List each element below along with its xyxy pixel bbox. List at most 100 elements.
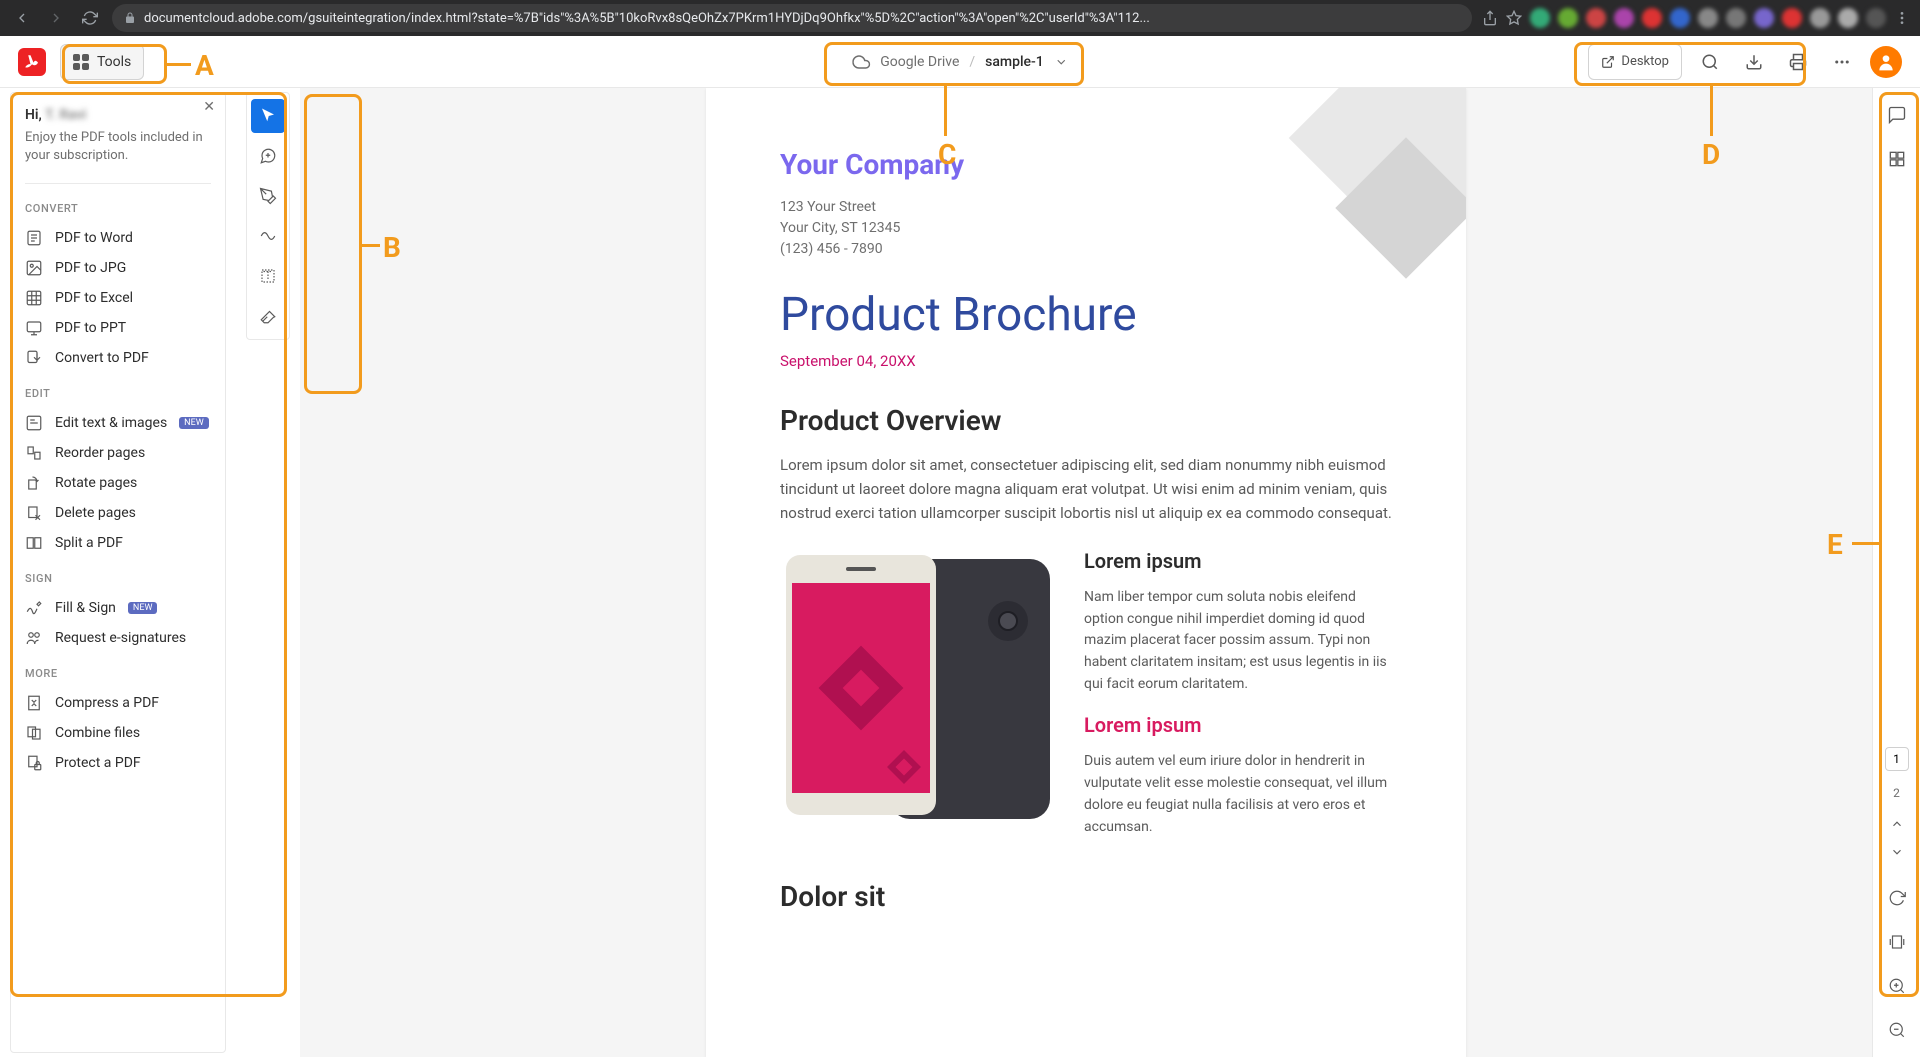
erase-tool-icon[interactable] bbox=[251, 299, 285, 333]
breadcrumb-drive[interactable]: Google Drive bbox=[880, 54, 959, 70]
download-icon[interactable] bbox=[1738, 46, 1770, 78]
zoom-in-icon[interactable] bbox=[1880, 969, 1914, 1003]
scroll-down-icon[interactable] bbox=[1880, 843, 1914, 861]
split-section: Lorem ipsum Nam liber tempor cum soluta … bbox=[780, 549, 1392, 856]
delete-pages[interactable]: Delete pages bbox=[25, 498, 211, 528]
cloud-icon bbox=[852, 53, 870, 71]
edit-text-images[interactable]: Edit text & imagesNEW bbox=[25, 408, 211, 438]
tools-button[interactable]: Tools bbox=[60, 44, 144, 80]
forward-icon[interactable] bbox=[44, 6, 68, 30]
greeting-name: T. Ravi bbox=[45, 107, 86, 123]
overview-body: Lorem ipsum dolor sit amet, consectetuer… bbox=[780, 453, 1392, 525]
ext-icon[interactable] bbox=[1670, 8, 1690, 28]
select-tool-icon[interactable] bbox=[251, 99, 285, 133]
sign-icon bbox=[25, 599, 43, 617]
topbar-right: Desktop bbox=[1588, 44, 1902, 80]
vertical-toolbar bbox=[246, 92, 290, 340]
convert-icon bbox=[25, 349, 43, 367]
ext-icon[interactable] bbox=[1810, 8, 1830, 28]
app-topbar: Tools Google Drive / sample-1 Desktop bbox=[0, 36, 1920, 88]
address-bar[interactable]: documentcloud.adobe.com/gsuiteintegratio… bbox=[112, 4, 1472, 32]
ext-icon[interactable] bbox=[1754, 8, 1774, 28]
comments-panel-icon[interactable] bbox=[1880, 98, 1914, 132]
back-icon[interactable] bbox=[10, 6, 34, 30]
dolor-heading: Dolor sit bbox=[780, 880, 1392, 913]
search-icon[interactable] bbox=[1694, 46, 1726, 78]
browser-chrome: documentcloud.adobe.com/gsuiteintegratio… bbox=[0, 0, 1920, 36]
phone-image bbox=[780, 549, 1060, 829]
compress-pdf[interactable]: Compress a PDF bbox=[25, 688, 211, 718]
section-convert-header: CONVERT bbox=[25, 202, 211, 215]
ext-icon[interactable] bbox=[1782, 8, 1802, 28]
pdf-page: Your Company 123 Your Street Your City, … bbox=[706, 88, 1466, 1057]
ext-icon[interactable] bbox=[1558, 8, 1578, 28]
ext-icon[interactable] bbox=[1530, 8, 1550, 28]
pdf-to-word[interactable]: PDF to Word bbox=[25, 223, 211, 253]
protect-icon bbox=[25, 754, 43, 772]
draw-tool-icon[interactable] bbox=[251, 219, 285, 253]
share-icon[interactable] bbox=[1482, 10, 1498, 26]
protect-pdf[interactable]: Protect a PDF bbox=[25, 748, 211, 778]
reorder-pages[interactable]: Reorder pages bbox=[25, 438, 211, 468]
text-column: Lorem ipsum Nam liber tempor cum soluta … bbox=[1084, 549, 1392, 856]
ext-icon[interactable] bbox=[1642, 8, 1662, 28]
thumbnails-icon[interactable] bbox=[1880, 142, 1914, 176]
chevron-down-icon[interactable] bbox=[1054, 55, 1068, 69]
ext-icon[interactable] bbox=[1726, 8, 1746, 28]
pdf-to-jpg[interactable]: PDF to JPG bbox=[25, 253, 211, 283]
close-icon[interactable]: ✕ bbox=[203, 99, 215, 115]
sub-para-1: Nam liber tempor cum soluta nobis eleife… bbox=[1084, 587, 1392, 695]
text-tool-icon[interactable] bbox=[251, 259, 285, 293]
breadcrumb-separator: / bbox=[969, 54, 975, 70]
scroll-up-icon[interactable] bbox=[1880, 815, 1914, 833]
breadcrumb-file[interactable]: sample-1 bbox=[985, 54, 1044, 70]
split-pdf[interactable]: Split a PDF bbox=[25, 528, 211, 558]
ext-icon[interactable] bbox=[1614, 8, 1634, 28]
print-icon[interactable] bbox=[1782, 46, 1814, 78]
fill-sign[interactable]: Fill & SignNEW bbox=[25, 593, 211, 623]
fit-page-icon[interactable] bbox=[1880, 925, 1914, 959]
sub-heading-1: Lorem ipsum bbox=[1084, 549, 1392, 573]
greeting: Hi, T. Ravi bbox=[25, 107, 211, 123]
right-rail: 1 2 bbox=[1872, 88, 1920, 1057]
desktop-label: Desktop bbox=[1621, 54, 1669, 69]
breadcrumb: Google Drive / sample-1 bbox=[852, 53, 1068, 71]
doc-date: September 04, 20XX bbox=[780, 352, 1392, 370]
pdf-to-excel[interactable]: PDF to Excel bbox=[25, 283, 211, 313]
rotate-view-icon[interactable] bbox=[1880, 881, 1914, 915]
ext-icon[interactable] bbox=[1866, 8, 1886, 28]
combine-files[interactable]: Combine files bbox=[25, 718, 211, 748]
sub-para-2: Duis autem vel eum iriure dolor in hendr… bbox=[1084, 751, 1392, 838]
browser-extension-icons bbox=[1482, 8, 1910, 28]
compress-icon bbox=[25, 694, 43, 712]
reorder-icon bbox=[25, 444, 43, 462]
ext-icon[interactable] bbox=[1698, 8, 1718, 28]
external-icon bbox=[1601, 55, 1615, 69]
ext-icon[interactable] bbox=[1586, 8, 1606, 28]
star-icon[interactable] bbox=[1506, 10, 1522, 26]
word-icon bbox=[25, 229, 43, 247]
highlight-tool-icon[interactable] bbox=[251, 179, 285, 213]
doc-title: Product Brochure bbox=[780, 288, 1392, 342]
comment-tool-icon[interactable] bbox=[251, 139, 285, 173]
avatar[interactable] bbox=[1870, 46, 1902, 78]
acrobat-logo-icon[interactable] bbox=[18, 48, 46, 76]
request-signatures[interactable]: Request e-signatures bbox=[25, 623, 211, 653]
document-canvas[interactable]: Your Company 123 Your Street Your City, … bbox=[300, 88, 1872, 1057]
more-icon[interactable] bbox=[1826, 46, 1858, 78]
esign-icon bbox=[25, 629, 43, 647]
zoom-out-icon[interactable] bbox=[1880, 1013, 1914, 1047]
split-icon bbox=[25, 534, 43, 552]
page-current[interactable]: 1 bbox=[1885, 747, 1909, 771]
main-area: ✕ Hi, T. Ravi Enjoy the PDF tools includ… bbox=[0, 88, 1920, 1057]
convert-to-pdf[interactable]: Convert to PDF bbox=[25, 343, 211, 373]
pdf-to-ppt[interactable]: PDF to PPT bbox=[25, 313, 211, 343]
open-desktop-button[interactable]: Desktop bbox=[1588, 44, 1682, 80]
reload-icon[interactable] bbox=[78, 6, 102, 30]
sub-heading-2: Lorem ipsum bbox=[1084, 713, 1392, 737]
kebab-icon[interactable] bbox=[1894, 10, 1910, 26]
rotate-pages[interactable]: Rotate pages bbox=[25, 468, 211, 498]
ext-icon[interactable] bbox=[1838, 8, 1858, 28]
rotate-icon bbox=[25, 474, 43, 492]
url-text: documentcloud.adobe.com/gsuiteintegratio… bbox=[144, 11, 1150, 26]
